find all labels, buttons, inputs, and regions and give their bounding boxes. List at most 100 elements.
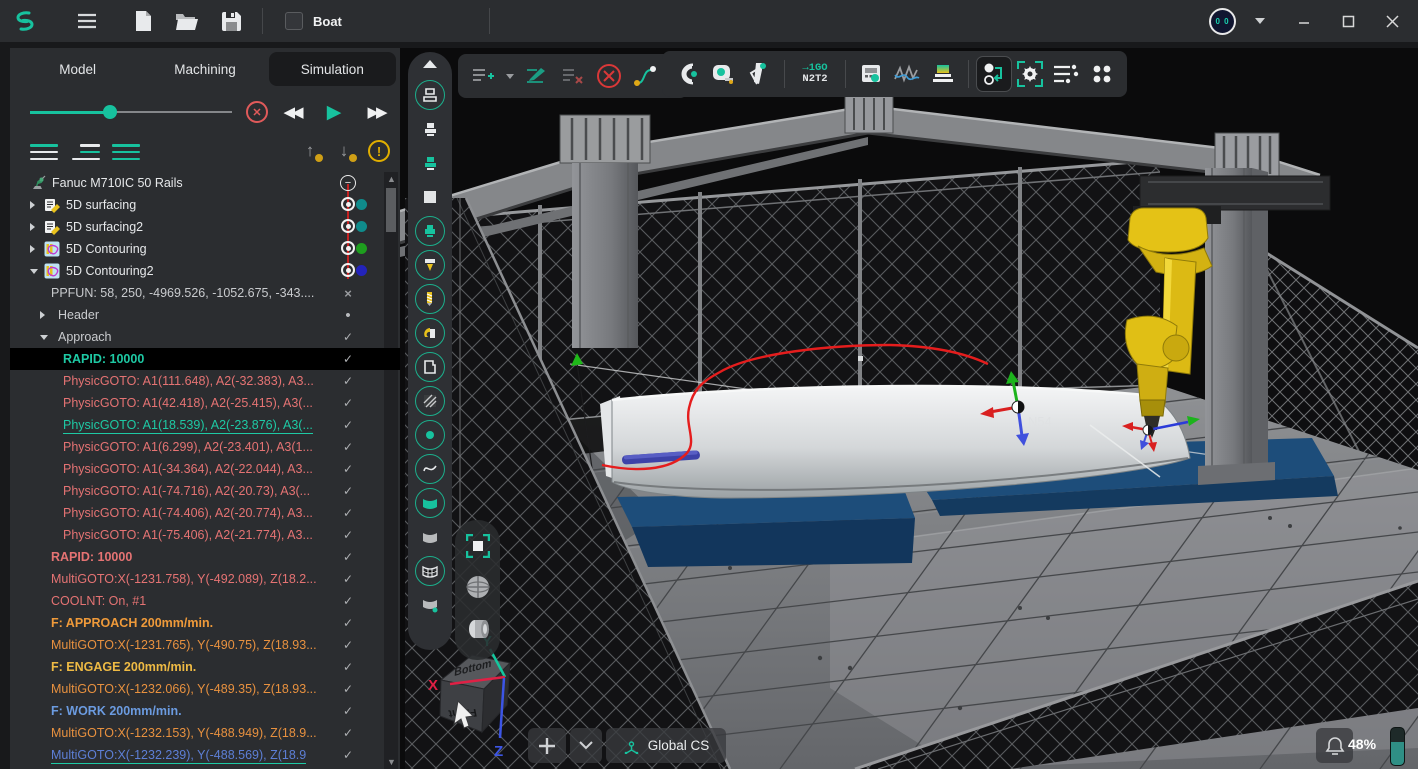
pocket-feature-icon[interactable] [413,350,447,384]
new-file-button[interactable] [126,6,160,36]
cs-dropdown-button[interactable] [570,728,602,763]
stop-reset-button[interactable]: ✕ [246,101,268,123]
point-icon[interactable] [413,418,447,452]
chevron-right-icon[interactable] [30,201,35,209]
assistant-avatar[interactable]: 0 0 [1209,8,1236,35]
rail-collapse-button[interactable] [423,60,437,68]
viewport-3d[interactable]: 500 [400,48,1418,769]
row-status-radio-icon[interactable] [341,197,355,211]
forward-button[interactable]: ▶▶ [360,98,392,126]
drill-tool-icon[interactable] [413,282,447,316]
tree-row[interactable]: F: APPROACH 200mm/min. [10,612,400,634]
tree-row[interactable]: PhysicGOTO: A1(111.648), A2(-32.383), A3… [10,370,400,392]
machine-view-icon[interactable] [413,78,447,112]
surface-icon[interactable] [413,520,447,554]
workpiece-icon[interactable] [413,214,447,248]
tree-row[interactable]: F: WORK 200mm/min. [10,700,400,722]
operation-color-dot[interactable] [356,265,367,276]
tree-row[interactable]: F: ENGAGE 200mm/min. [10,656,400,678]
toolpath-points-button[interactable] [628,59,662,93]
chevron-right-icon[interactable] [30,245,35,253]
prev-error-button[interactable]: ↑ [300,140,320,162]
operation-color-dot[interactable] [356,199,367,210]
chevron-right-icon[interactable] [30,223,35,231]
add-toolpath-caret[interactable] [506,74,514,79]
snap-magnet-button[interactable] [670,57,704,91]
surface-active-icon[interactable] [413,486,447,520]
tree-row[interactable]: RAPID: 10000 [10,348,400,370]
tree-row[interactable]: COOLNT: On, #1 [10,590,400,612]
measure-tape-button[interactable] [706,57,740,91]
apps-grid-button[interactable] [1085,57,1119,91]
row-status-minus-icon[interactable] [340,175,356,191]
tree-row[interactable]: 5D Contouring2 [10,260,400,282]
curve-icon[interactable] [413,452,447,486]
tab-simulation[interactable]: Simulation [269,52,396,86]
fit-view-button[interactable] [466,534,490,563]
stock-stage1-icon[interactable] [413,112,447,146]
tree-row[interactable]: PhysicGOTO: A1(42.418), A2(-25.415), A3(… [10,392,400,414]
tree-row[interactable]: MultiGOTO:X(-1232.153), Y(-488.949), Z(1… [10,722,400,744]
notifications-chevron-button[interactable] [1240,4,1280,38]
tree-row[interactable]: PhysicGOTO: A1(-74.406), A2(-20.774), A3… [10,502,400,524]
chevron-down-icon[interactable] [30,269,38,274]
cylinder-view-button[interactable] [464,617,492,646]
tree-row[interactable]: 5D surfacing [10,194,400,216]
tree-row[interactable]: Approach [10,326,400,348]
machine-settings-button[interactable] [1013,57,1047,91]
tree-row[interactable]: MultiGOTO:X(-1232.066), Y(-489.35), Z(18… [10,678,400,700]
tab-machining[interactable]: Machining [141,52,268,86]
maximize-button[interactable] [1328,4,1368,38]
minimize-button[interactable] [1284,4,1324,38]
tab-model[interactable]: Model [14,52,141,86]
signal-graph-button[interactable] [890,57,924,91]
tree-row[interactable]: MultiGOTO:X(-1231.758), Y(-492.089), Z(1… [10,568,400,590]
tree-row[interactable]: 5D Contouring [10,238,400,260]
tree-row[interactable]: 5D surfacing2 [10,216,400,238]
next-error-button[interactable]: ↓ [334,140,354,162]
surface-point-icon[interactable] [413,588,447,622]
tree-row[interactable]: PhysicGOTO: A1(-74.716), A2(-20.73), A3(… [10,480,400,502]
global-cs-button[interactable]: Global CS [606,728,726,763]
add-cs-button[interactable] [528,728,566,763]
row-status-radio-icon[interactable] [341,219,355,233]
save-button[interactable] [214,6,248,36]
tree-row[interactable]: MultiGOTO:X(-1232.239), Y(-488.569), Z(1… [10,744,400,766]
orbit-sphere-button[interactable] [465,574,491,605]
operation-color-dot[interactable] [356,221,367,232]
tree-row[interactable]: PhysicGOTO: A1(-75.406), A2(-21.774), A3… [10,524,400,546]
simulation-trace-button[interactable] [977,57,1011,91]
material-hatch-icon[interactable] [413,384,447,418]
gcode-mode-button[interactable]: →1GON2T2 [793,57,837,91]
progress-slider-thumb[interactable] [103,105,117,119]
document-tab[interactable]: Boat [271,0,481,42]
list-flat-button[interactable] [112,142,140,162]
rewind-button[interactable]: ◀◀ [276,98,308,126]
play-button[interactable]: ▶ [318,98,350,126]
tree-row[interactable]: Fanuc M710IC 50 Rails [10,172,400,194]
close-button[interactable] [1372,4,1412,38]
tree-row[interactable]: MultiGOTO:X(-1231.765), Y(-490.75), Z(18… [10,634,400,656]
row-status-radio-icon[interactable] [341,241,355,255]
clamp-icon[interactable] [413,316,447,350]
remove-toolpath-button[interactable] [556,59,590,93]
calculator-button[interactable] [854,57,888,91]
tree-row[interactable]: PhysicGOTO: A1(18.539), A2(-23.876), A3(… [10,414,400,436]
tree-row[interactable]: PPFUN: 58, 250, -4969.526, -1052.675, -3… [10,282,400,304]
clear-all-button[interactable] [592,59,626,93]
chevron-down-icon[interactable] [40,335,48,340]
warnings-button[interactable]: ! [368,140,390,162]
operation-color-dot[interactable] [356,243,367,254]
parameters-button[interactable] [1049,57,1083,91]
fixture-plate-icon[interactable] [413,180,447,214]
menu-button[interactable] [70,6,104,36]
zoom-slider[interactable] [1390,727,1405,766]
stock-stage2-icon[interactable] [413,146,447,180]
tree-row[interactable]: Header [10,304,400,326]
tree-row[interactable]: PhysicGOTO: A1(6.299), A2(-23.401), A3(1… [10,436,400,458]
material-layers-button[interactable] [926,57,960,91]
list-expand-current-button[interactable] [72,142,100,162]
edit-toolpath-button[interactable] [520,59,554,93]
chevron-right-icon[interactable] [40,311,45,319]
tool-head-icon[interactable] [413,248,447,282]
